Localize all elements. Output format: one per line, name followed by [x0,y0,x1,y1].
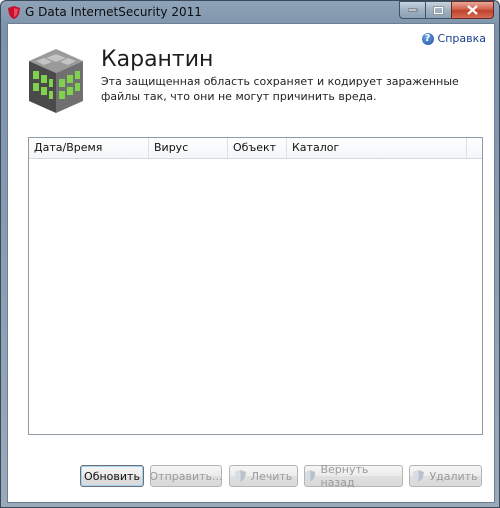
restore-button[interactable]: Вернуть назад [304,463,403,489]
restore-button-label: Вернуть назад [320,463,369,489]
table-body[interactable] [29,159,482,434]
close-button[interactable] [451,1,494,19]
table-header: Дата/Время Вирус Объект Каталог [29,138,482,159]
window-title: G Data InternetSecurity 2011 [25,5,202,19]
help-label[interactable]: Справка [438,32,486,45]
close-icon [467,5,478,15]
caption-buttons [399,1,494,19]
help-link[interactable]: ? Справка [421,32,486,45]
uac-shield-icon [305,470,316,482]
column-header-catalog[interactable]: Каталог [287,138,467,158]
column-header-object[interactable]: Объект [228,138,287,158]
column-header-date[interactable]: Дата/Время [29,138,149,158]
heal-button-label: Лечить [250,469,293,483]
minimize-button[interactable] [399,1,425,19]
quarantine-cube-icon [29,49,83,113]
page-title: Карантин [101,47,214,72]
gdata-shield-icon [8,6,20,19]
page-description: Эта защищенная область сохраняет и кодир… [101,75,459,103]
heal-button[interactable]: Лечить [229,465,298,487]
maximize-icon [433,5,444,15]
delete-button[interactable]: Удалить [409,465,482,487]
send-button-label: Отправить... [149,469,223,483]
quarantine-table[interactable]: Дата/Время Вирус Объект Каталог [28,137,483,435]
maximize-button[interactable] [425,1,451,19]
minimize-icon [407,8,417,12]
title-bar[interactable]: G Data InternetSecurity 2011 [1,1,499,23]
delete-button-label: Удалить [429,469,478,483]
quarantine-panel: ? Справка Карантин Эта защищенная област… [7,23,495,503]
uac-shield-icon [234,470,246,482]
uac-shield-icon [413,470,425,482]
refresh-button[interactable]: Обновить [80,465,144,487]
send-button[interactable]: Отправить... [149,465,223,487]
help-icon: ? [421,32,434,45]
column-header-virus[interactable]: Вирус [149,138,228,158]
refresh-button-label: Обновить [84,469,140,483]
app-window: G Data InternetSecurity 2011 ? Справка К… [0,0,500,508]
